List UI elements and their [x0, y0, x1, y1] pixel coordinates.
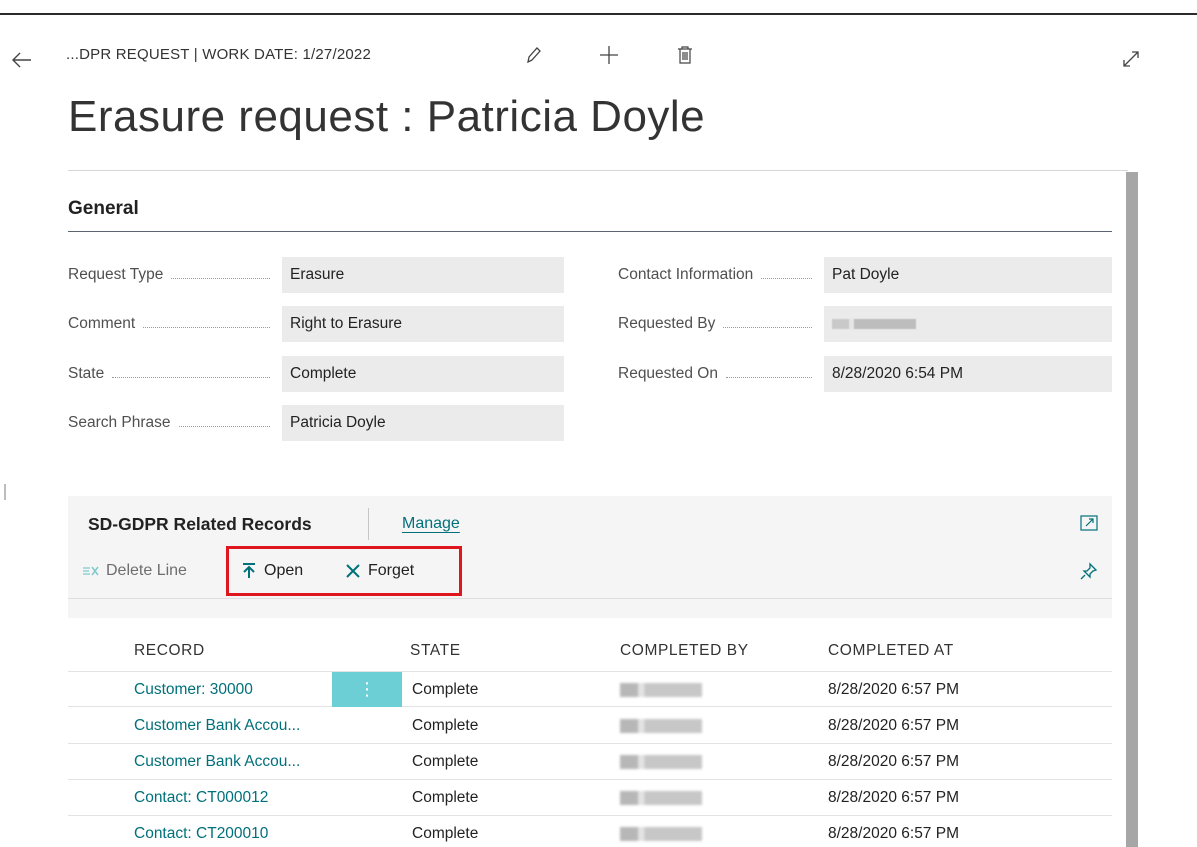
state-cell: Complete	[412, 752, 479, 770]
completed-at-cell: 8/28/2020 6:57 PM	[828, 716, 959, 734]
comment-value[interactable]: Right to Erasure	[282, 306, 564, 342]
search-phrase-value[interactable]: Patricia Doyle	[282, 405, 564, 441]
state-cell: Complete	[412, 788, 479, 806]
more-vertical-icon: ⋮	[358, 679, 376, 699]
title-divider	[68, 170, 1128, 171]
new-plus-icon	[600, 46, 618, 64]
action-highlight-box	[226, 546, 462, 596]
field-leader	[761, 277, 812, 279]
table-row[interactable]: Customer: 30000 ⋮ Complete 8/28/2020 6:5…	[68, 671, 1112, 707]
record-link[interactable]: Contact: CT000012	[134, 780, 268, 815]
toolbar-divider	[68, 598, 1112, 599]
field-requested-by: Requested By	[618, 306, 1112, 342]
completed-by-cell	[620, 744, 702, 779]
field-leader	[723, 326, 812, 328]
back-button[interactable]	[4, 42, 40, 78]
state-value[interactable]: Complete	[282, 356, 564, 392]
row-actions-button[interactable]: ⋮	[332, 672, 402, 707]
state-cell: Complete	[412, 680, 479, 698]
completed-at-cell: 8/28/2020 6:57 PM	[828, 824, 959, 842]
requested-by-value[interactable]	[824, 306, 1112, 342]
general-section-title[interactable]: General	[68, 198, 139, 220]
field-label: Contact Information	[618, 266, 754, 283]
field-label: State	[68, 365, 105, 382]
table-row[interactable]: Customer Bank Accou... Complete 8/28/202…	[68, 708, 1112, 744]
field-request-type: Request Type Erasure	[68, 257, 564, 293]
field-label: Comment	[68, 315, 136, 332]
title-separator	[368, 508, 369, 540]
completed-by-cell	[620, 708, 702, 743]
field-leader	[112, 376, 270, 378]
delete-button[interactable]	[672, 40, 698, 70]
redacted-value	[832, 319, 916, 329]
field-label: Search Phrase	[68, 414, 171, 431]
table-row[interactable]: Customer Bank Accou... Complete 8/28/202…	[68, 744, 1112, 780]
completed-by-cell	[620, 780, 702, 815]
redacted-value	[620, 790, 702, 805]
record-link[interactable]: Contact: CT200010	[134, 816, 268, 847]
completed-at-cell: 8/28/2020 6:57 PM	[828, 788, 959, 806]
back-arrow-icon	[12, 52, 31, 68]
request-type-value[interactable]: Erasure	[282, 257, 564, 293]
manage-menu[interactable]: Manage	[402, 515, 460, 533]
field-comment: Comment Right to Erasure	[68, 306, 564, 342]
edit-button[interactable]	[520, 40, 546, 70]
redacted-value	[620, 718, 702, 733]
state-cell: Complete	[412, 824, 479, 842]
resize-handle	[4, 484, 6, 500]
pin-button[interactable]	[1078, 560, 1100, 582]
related-records-title: SD-GDPR Related Records	[88, 514, 312, 534]
completed-by-cell	[620, 816, 702, 847]
redacted-value	[620, 682, 702, 697]
field-requested-on: Requested On 8/28/2020 6:54 PM	[618, 356, 1112, 392]
completed-at-cell: 8/28/2020 6:57 PM	[828, 680, 959, 698]
field-state: State Complete	[68, 356, 564, 392]
field-leader	[725, 376, 812, 378]
field-leader	[171, 277, 270, 279]
delete-line-label: Delete Line	[106, 562, 187, 579]
field-label: Requested On	[618, 365, 718, 382]
field-contact-information: Contact Information Pat Doyle	[618, 257, 1112, 293]
record-link[interactable]: Customer Bank Accou...	[134, 708, 300, 743]
related-records-part: SD-GDPR Related Records Manage Delete Li…	[68, 496, 1112, 847]
field-leader	[143, 326, 270, 328]
field-label: Request Type	[68, 266, 164, 283]
edit-pencil-icon	[527, 47, 541, 64]
field-leader	[178, 425, 270, 427]
column-header-completed-at[interactable]: COMPLETED AT	[828, 642, 954, 660]
table-row[interactable]: Contact: CT200010 Complete 8/28/2020 6:5…	[68, 816, 1112, 847]
expand-icon	[1123, 51, 1139, 67]
completed-at-cell: 8/28/2020 6:57 PM	[828, 752, 959, 770]
column-header-completed-by[interactable]: COMPLETED BY	[620, 642, 749, 660]
state-cell: Complete	[412, 716, 479, 734]
column-header-state[interactable]: STATE	[410, 642, 461, 660]
page-title: Erasure request : Patricia Doyle	[68, 92, 706, 141]
redacted-value	[620, 826, 702, 841]
expand-part-button[interactable]	[1078, 512, 1100, 534]
general-section-divider	[68, 231, 1112, 232]
delete-line-button[interactable]: Delete Line	[82, 562, 187, 580]
scrollbar[interactable]	[1126, 172, 1138, 847]
delete-trash-icon	[678, 46, 692, 64]
expand-page-button[interactable]	[1116, 44, 1146, 74]
completed-by-cell	[620, 672, 702, 707]
contact-information-value[interactable]: Pat Doyle	[824, 257, 1112, 293]
table-row[interactable]: Contact: CT000012 Complete 8/28/2020 6:5…	[68, 780, 1112, 816]
column-header-record[interactable]: RECORD	[134, 642, 205, 660]
new-button[interactable]	[596, 40, 622, 70]
expand-box-icon	[1080, 515, 1098, 531]
field-search-phrase: Search Phrase Patricia Doyle	[68, 405, 564, 441]
pin-icon	[1080, 562, 1098, 580]
field-label: Requested By	[618, 315, 716, 332]
redacted-value	[620, 754, 702, 769]
record-link[interactable]: Customer: 30000	[134, 672, 253, 707]
breadcrumb: ...DPR REQUEST | WORK DATE: 1/27/2022	[66, 46, 371, 63]
delete-line-icon	[82, 562, 100, 580]
requested-on-value[interactable]: 8/28/2020 6:54 PM	[824, 356, 1112, 392]
top-border	[0, 13, 1197, 15]
record-link[interactable]: Customer Bank Accou...	[134, 744, 300, 779]
